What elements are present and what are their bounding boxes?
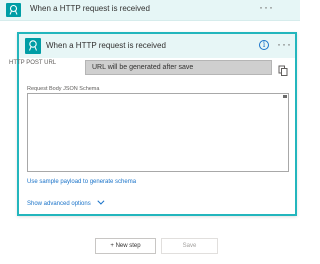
save-button[interactable]: Save: [161, 238, 218, 254]
more-options-icon[interactable]: ···: [277, 38, 292, 50]
collapsed-trigger-card[interactable]: When a HTTP request is received ···: [0, 0, 300, 21]
schema-label: Request Body JSON Schema: [27, 86, 100, 92]
http-trigger-icon: [6, 3, 21, 17]
http-post-url-label: HTTP POST URL: [9, 60, 57, 66]
http-post-url-value: URL will be generated after save: [92, 64, 194, 71]
sample-payload-link[interactable]: Use sample payload to generate schema: [27, 179, 136, 185]
show-advanced-options-label: Show advanced options: [27, 201, 91, 207]
flow-designer-canvas: When a HTTP request is received ··· When…: [0, 0, 300, 264]
trigger-card-title: When a HTTP request is received: [46, 41, 166, 50]
http-trigger-icon: [25, 38, 41, 54]
more-options-icon[interactable]: ···: [259, 1, 274, 13]
http-post-url-field: URL will be generated after save: [85, 60, 272, 75]
show-advanced-options-link[interactable]: Show advanced options: [27, 197, 105, 207]
trigger-card-header[interactable]: When a HTTP request is received i ···: [19, 34, 295, 58]
scrollbar-handle[interactable]: [283, 95, 287, 98]
new-step-button[interactable]: + New step: [95, 238, 156, 254]
collapsed-trigger-title: When a HTTP request is received: [30, 4, 150, 13]
copy-icon[interactable]: [278, 64, 288, 76]
info-icon[interactable]: i: [259, 40, 269, 50]
schema-editor[interactable]: [27, 93, 289, 172]
